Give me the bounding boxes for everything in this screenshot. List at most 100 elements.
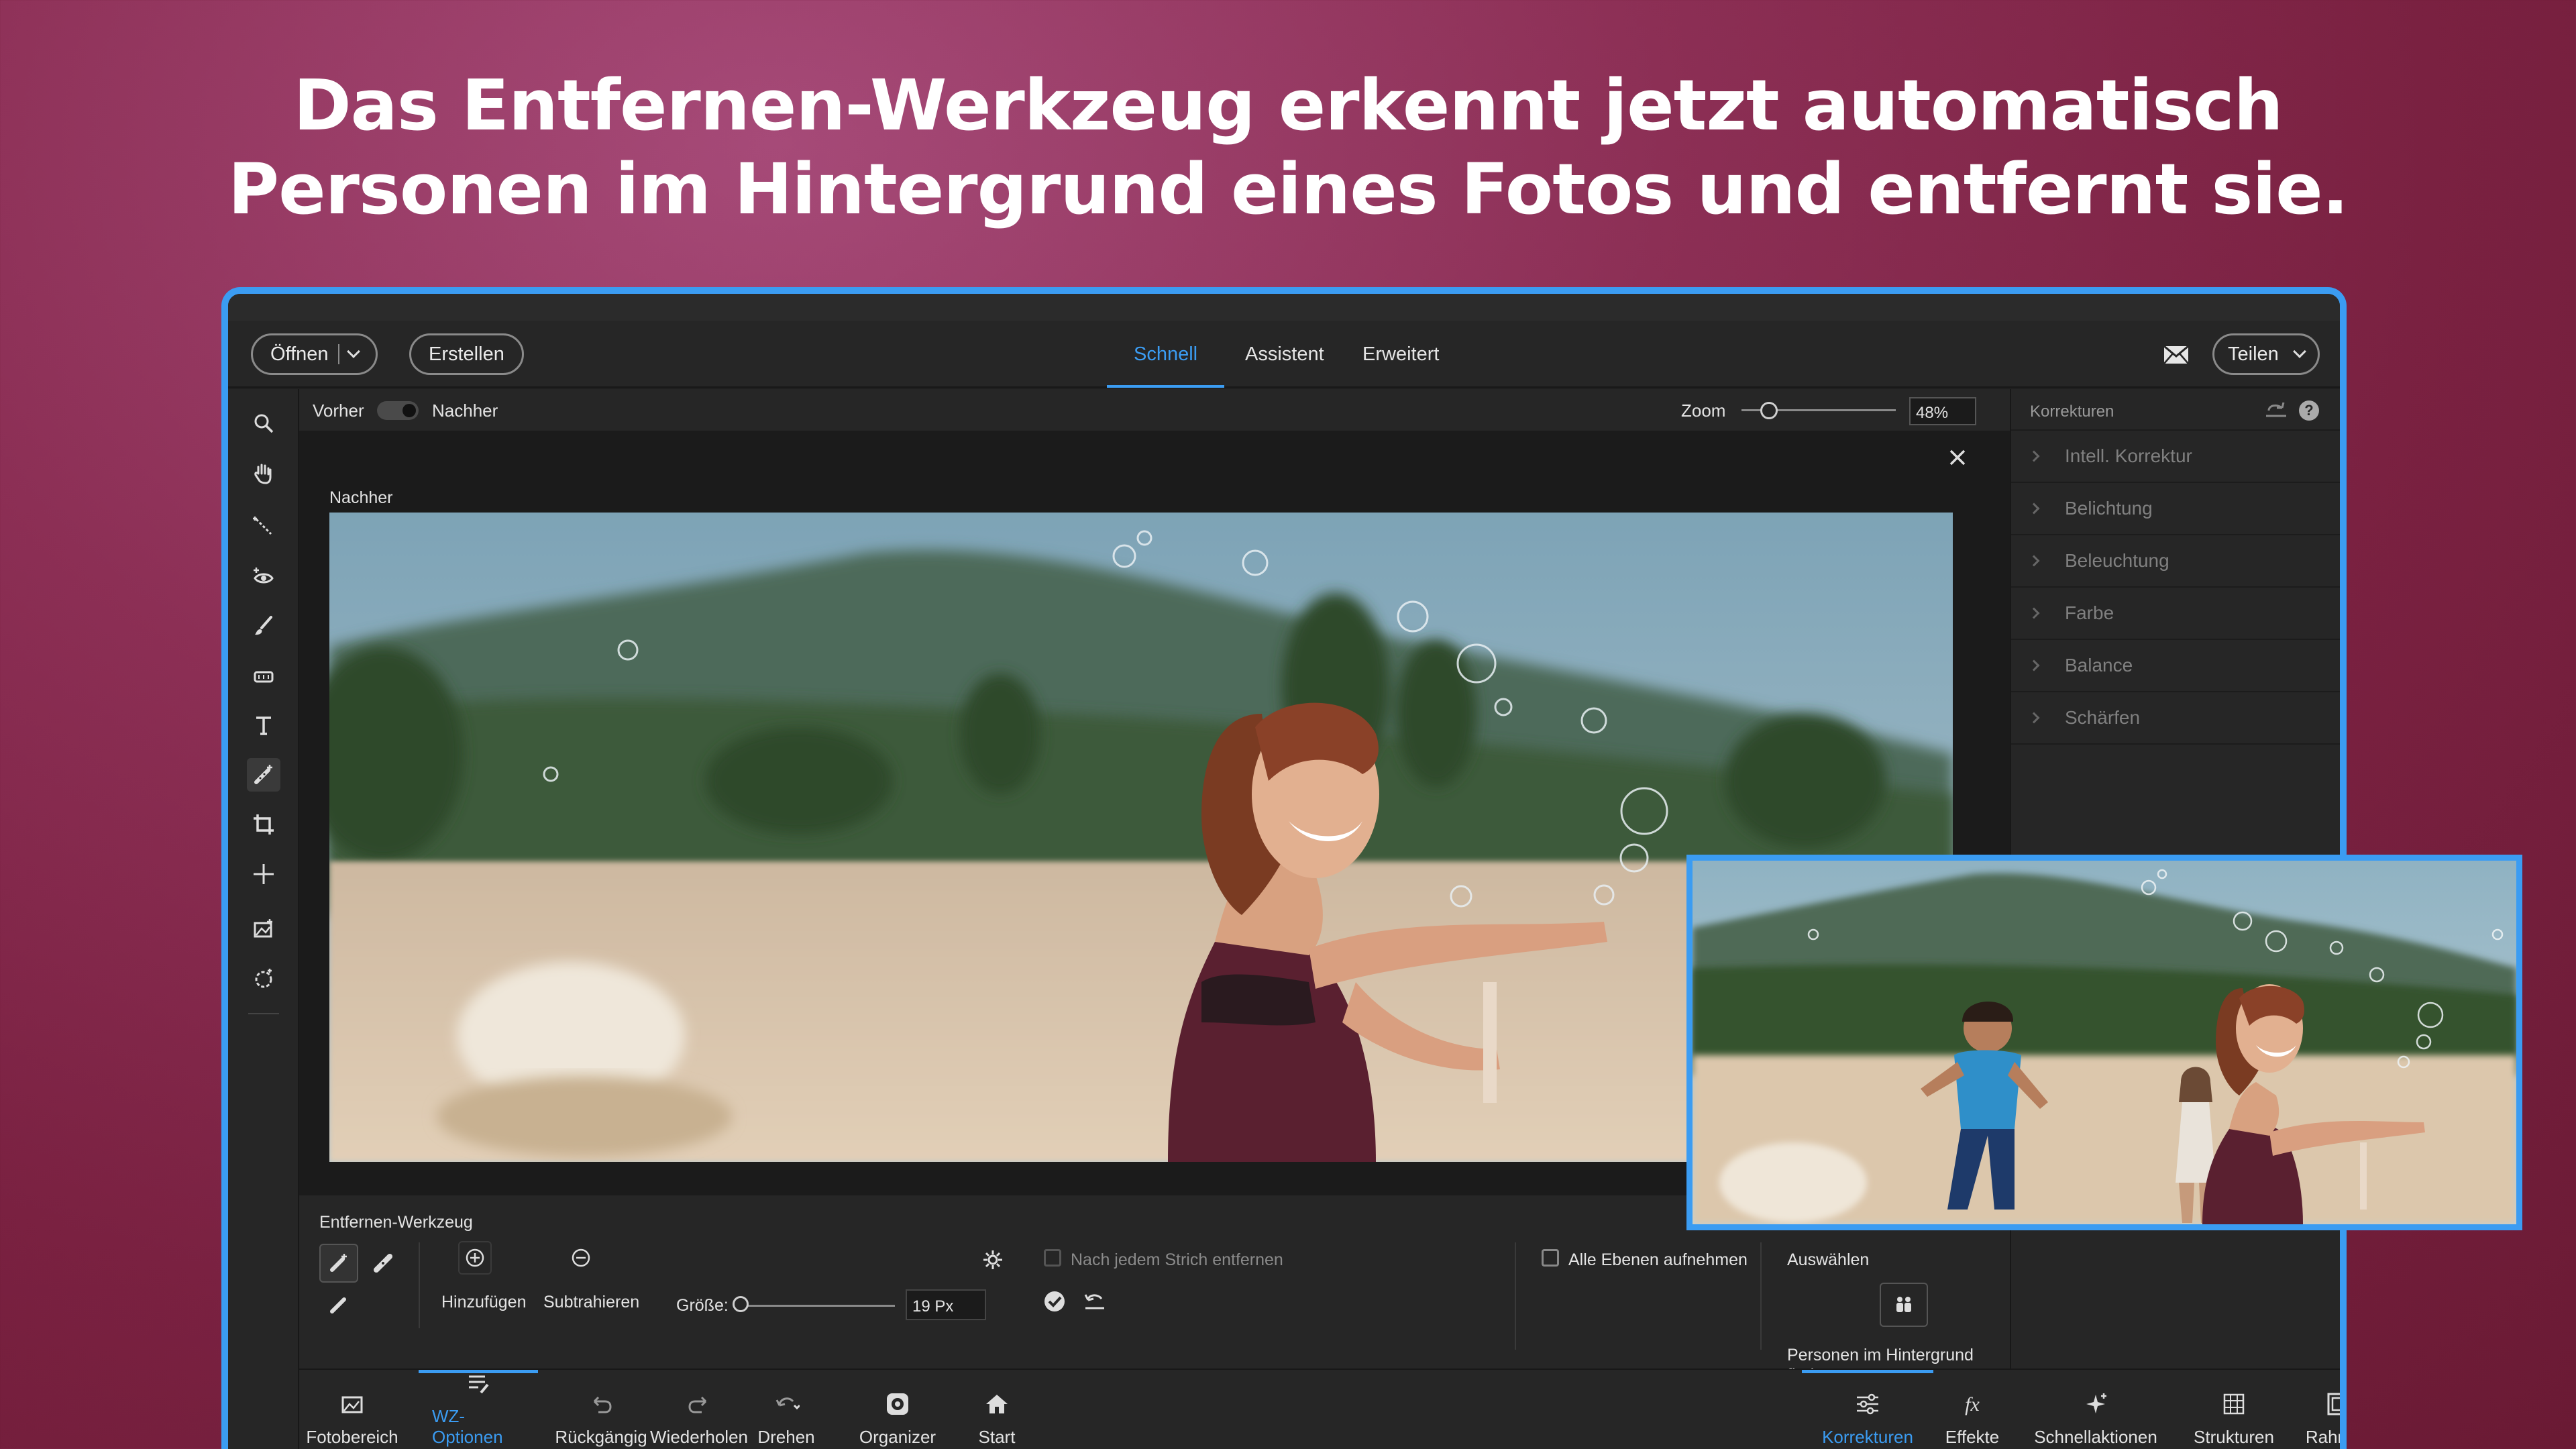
whiten-teeth-tool[interactable] bbox=[247, 609, 280, 643]
remove-mode-button[interactable] bbox=[319, 1244, 358, 1283]
adjustments-icon bbox=[1857, 1393, 1878, 1415]
size-slider[interactable] bbox=[734, 1305, 895, 1307]
straighten-tool[interactable] bbox=[247, 912, 280, 946]
size-label: Größe: bbox=[676, 1296, 729, 1315]
remove-after-stroke-label: Nach jedem Strich entfernen bbox=[1071, 1250, 1283, 1269]
adjustments-button[interactable]: Korrekturen bbox=[1802, 1370, 1933, 1449]
find-people-button[interactable] bbox=[1880, 1283, 1928, 1327]
adjustment-smart-fix[interactable]: Intell. Korrektur bbox=[2011, 431, 2340, 483]
remove-tool[interactable] bbox=[247, 758, 280, 792]
rotate-icon bbox=[775, 1397, 800, 1410]
tab-erweitert[interactable]: Erweitert bbox=[1362, 321, 1439, 388]
commit-check-icon[interactable] bbox=[1042, 1289, 1067, 1313]
after-label: Nachher bbox=[432, 400, 498, 421]
before-label: Vorher bbox=[313, 400, 364, 421]
tab-assistent[interactable]: Assistent bbox=[1245, 321, 1324, 388]
reset-icon[interactable] bbox=[2265, 401, 2288, 420]
crop-tool[interactable] bbox=[247, 808, 280, 841]
magic-wand-icon bbox=[253, 517, 272, 535]
healing-brush-icon bbox=[254, 765, 272, 784]
zoom-value-field[interactable]: 48% bbox=[1909, 397, 1976, 425]
adjustment-exposure[interactable]: Belichtung bbox=[2011, 483, 2340, 535]
mail-icon[interactable] bbox=[2163, 345, 2189, 364]
tool-options-title: Entfernen-Werkzeug bbox=[319, 1213, 473, 1232]
reset-icon[interactable] bbox=[1083, 1291, 1107, 1313]
spot-tool[interactable] bbox=[247, 962, 280, 996]
lasso-icon bbox=[255, 969, 272, 988]
open-label: Öffnen bbox=[270, 343, 329, 365]
healing-brush-button[interactable] bbox=[319, 1285, 358, 1324]
chevron-down-icon bbox=[2292, 345, 2306, 358]
bandage-icon bbox=[374, 1254, 392, 1273]
adjustment-lighting[interactable]: Beleuchtung bbox=[2011, 535, 2340, 588]
redo-button[interactable]: Wiederholen bbox=[650, 1370, 748, 1449]
organizer-icon bbox=[887, 1393, 908, 1415]
bottom-bar: Fotobereich WZ-Optionen Rückgängig Wiede… bbox=[299, 1368, 2340, 1449]
before-photo-image bbox=[1693, 861, 2516, 1224]
move-icon bbox=[254, 864, 274, 884]
headline-line-1: Das Entfernen-Werkzeug erkennt jetzt aut… bbox=[293, 64, 2283, 146]
quick-actions-button[interactable]: Schnellaktionen bbox=[2029, 1370, 2163, 1449]
create-button[interactable]: Erstellen bbox=[409, 333, 524, 375]
tool-options-icon bbox=[469, 1375, 489, 1394]
start-button[interactable]: Start bbox=[970, 1370, 1024, 1449]
home-icon bbox=[986, 1395, 1008, 1413]
subtract-selection-button[interactable] bbox=[564, 1241, 598, 1275]
frames-button[interactable]: Rahmen bbox=[2305, 1370, 2340, 1449]
redo-icon bbox=[688, 1396, 707, 1413]
move-tool[interactable] bbox=[247, 857, 280, 891]
share-label: Teilen bbox=[2228, 343, 2279, 365]
open-button[interactable]: Öffnen bbox=[251, 333, 378, 375]
frames-icon bbox=[2327, 1393, 2340, 1415]
hand-icon bbox=[254, 464, 272, 484]
select-label: Auswählen bbox=[1787, 1250, 1870, 1269]
zoom-slider-handle[interactable] bbox=[1760, 402, 1778, 419]
share-button[interactable]: Teilen bbox=[2212, 333, 2320, 375]
brush-icon bbox=[255, 616, 272, 635]
before-photo-inset bbox=[1686, 855, 2522, 1230]
organizer-button[interactable]: Organizer bbox=[857, 1370, 938, 1449]
rotate-button[interactable]: Drehen bbox=[753, 1370, 820, 1449]
chevron-down-icon[interactable] bbox=[346, 345, 360, 358]
quick-select-tool[interactable] bbox=[247, 510, 280, 543]
spot-healing-button[interactable] bbox=[364, 1244, 402, 1283]
chevron-right-icon bbox=[2028, 607, 2040, 619]
chevron-right-icon bbox=[2028, 659, 2040, 672]
headline: Das Entfernen-Werkzeug erkennt jetzt aut… bbox=[0, 64, 2576, 231]
hand-tool[interactable] bbox=[247, 456, 280, 490]
zoom-label: Zoom bbox=[1681, 400, 1726, 421]
eye-tool[interactable] bbox=[247, 559, 280, 593]
sponge-icon bbox=[254, 671, 274, 683]
help-icon[interactable]: ? bbox=[2298, 400, 2320, 421]
tool-options-button[interactable]: WZ-Optionen bbox=[419, 1370, 538, 1449]
size-slider-handle[interactable] bbox=[733, 1296, 749, 1312]
adjustment-color[interactable]: Farbe bbox=[2011, 588, 2340, 640]
brush-icon bbox=[330, 1297, 346, 1313]
undo-button[interactable]: Rückgängig bbox=[555, 1370, 647, 1449]
sample-all-layers-checkbox[interactable] bbox=[1542, 1249, 1559, 1267]
adjustment-sharpen[interactable]: Schärfen bbox=[2011, 692, 2340, 745]
crop-icon bbox=[254, 814, 274, 835]
red-eye-icon bbox=[254, 568, 274, 584]
add-selection-button[interactable] bbox=[458, 1241, 492, 1275]
size-value-field[interactable]: 19 Px bbox=[906, 1289, 986, 1320]
undo-icon bbox=[593, 1396, 612, 1413]
gear-icon[interactable] bbox=[981, 1248, 1005, 1272]
adjustments-panel-header: Korrekturen ? bbox=[2011, 389, 2340, 431]
chevron-right-icon bbox=[2028, 502, 2040, 515]
remove-after-stroke-checkbox[interactable] bbox=[1044, 1249, 1061, 1267]
chevron-right-icon bbox=[2028, 712, 2040, 724]
sponge-tool[interactable] bbox=[247, 659, 280, 692]
type-tool[interactable] bbox=[247, 708, 280, 742]
close-icon[interactable] bbox=[1944, 444, 1971, 471]
textures-button[interactable]: Strukturen bbox=[2194, 1370, 2274, 1449]
tab-schnell[interactable]: Schnell bbox=[1106, 321, 1225, 388]
svg-text:?: ? bbox=[2304, 402, 2313, 419]
adjustment-balance[interactable]: Balance bbox=[2011, 640, 2340, 692]
view-label: Nachher bbox=[329, 488, 393, 507]
divider bbox=[1515, 1242, 1516, 1350]
photo-bin-button[interactable]: Fotobereich bbox=[306, 1370, 398, 1449]
zoom-tool[interactable] bbox=[247, 407, 280, 440]
effects-button[interactable]: fx Effekte bbox=[1939, 1370, 2006, 1449]
before-after-toggle[interactable] bbox=[377, 401, 419, 420]
